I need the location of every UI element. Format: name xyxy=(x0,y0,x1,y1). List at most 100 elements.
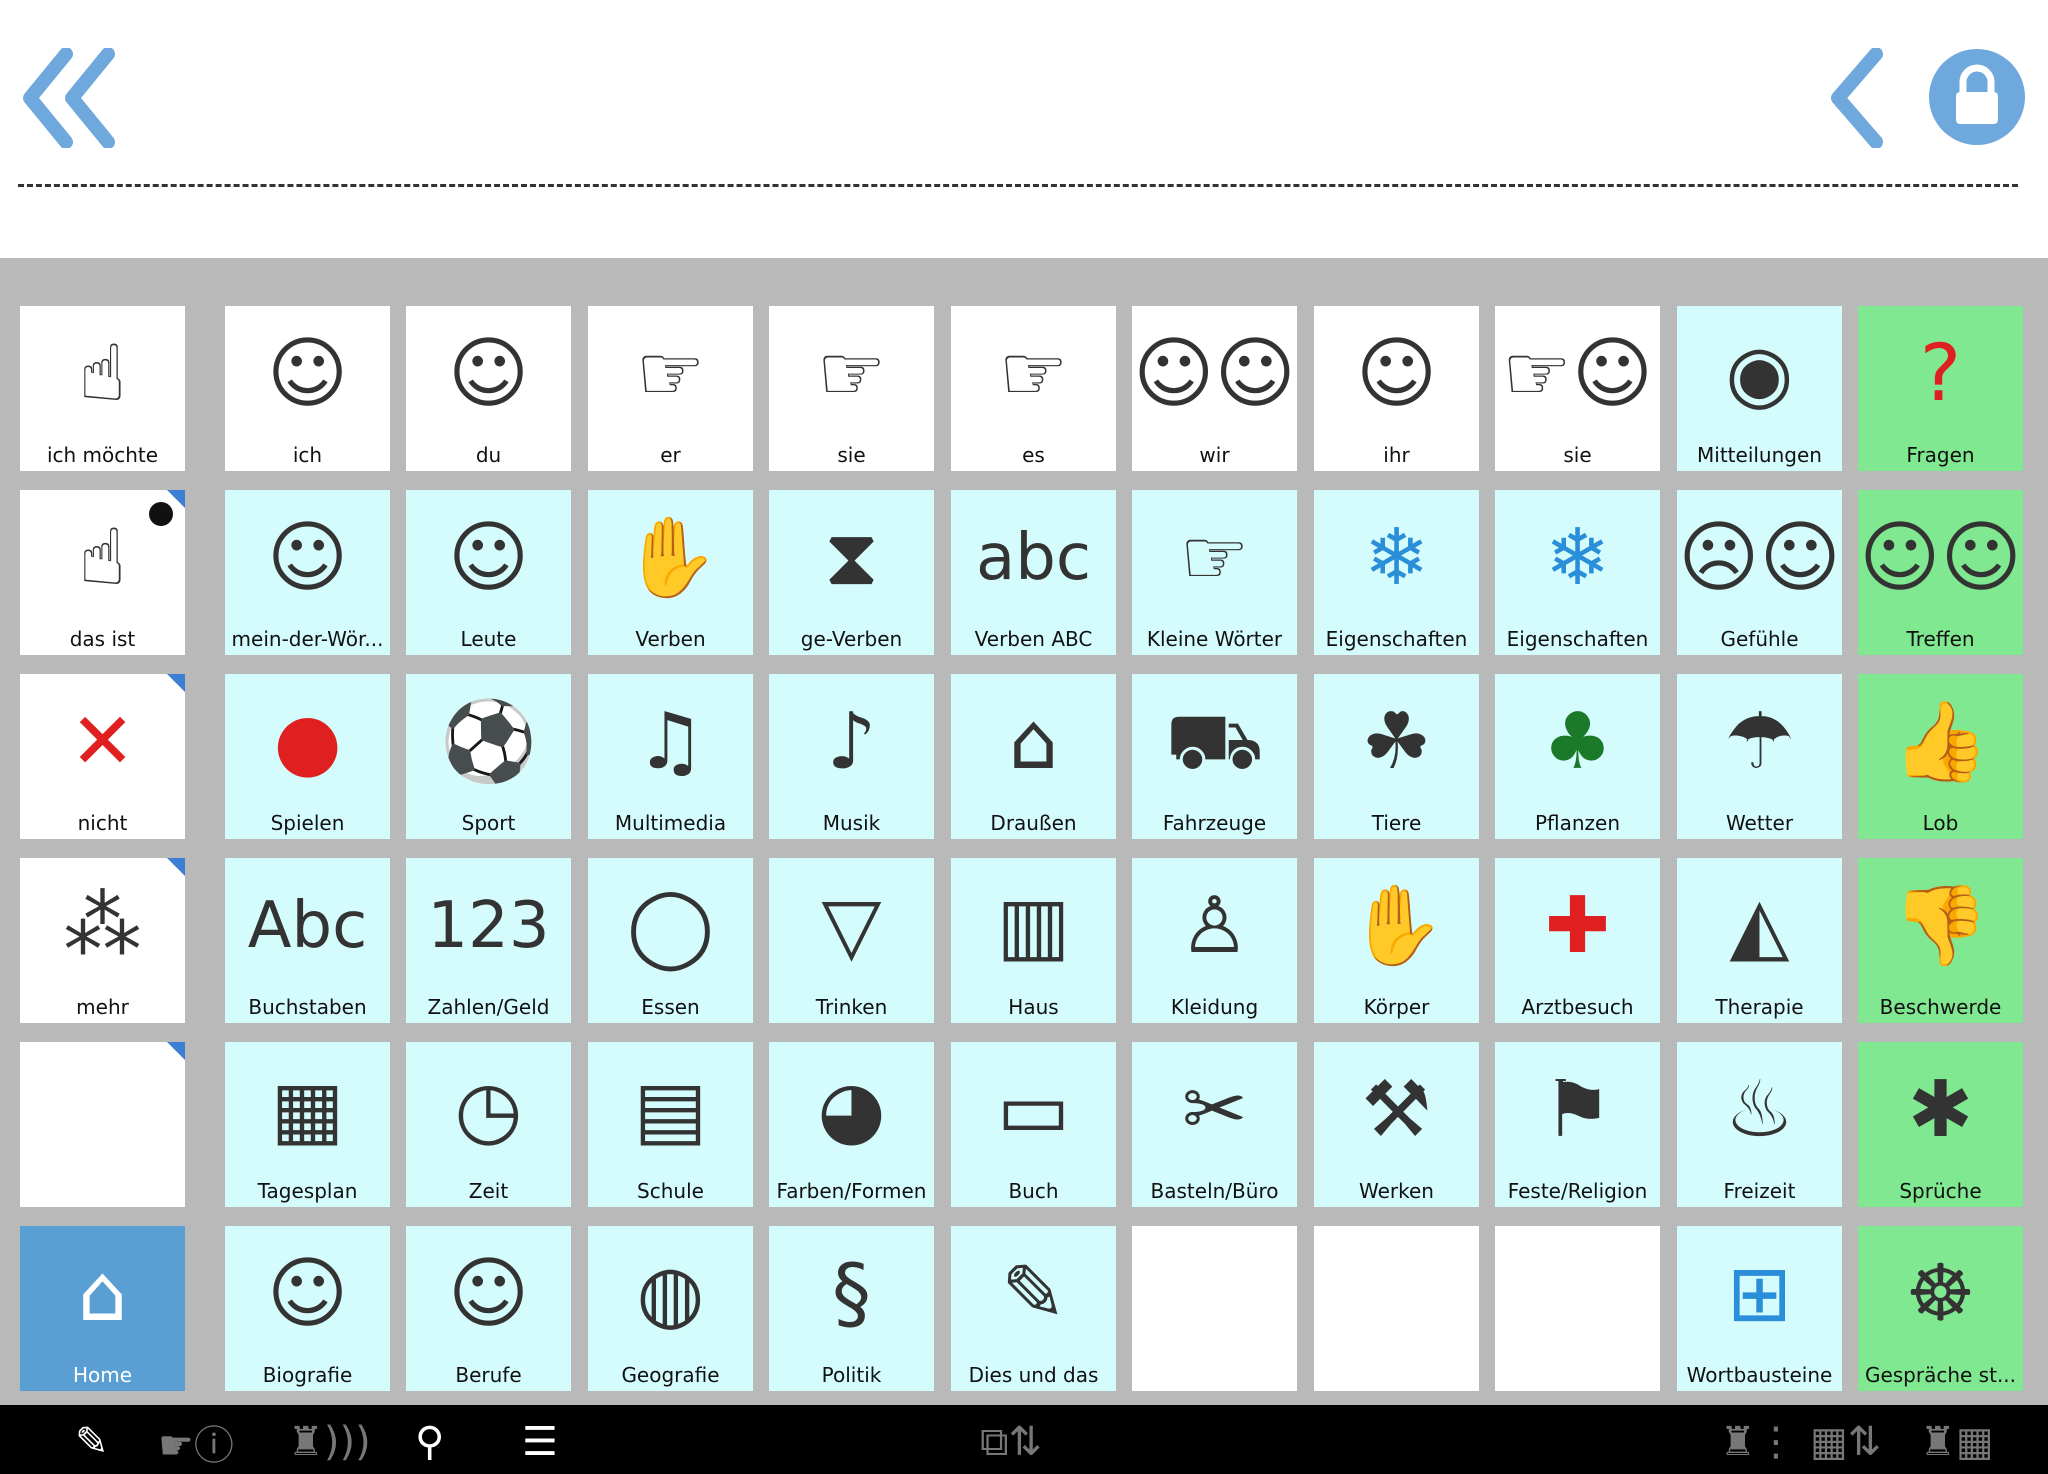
cell-abc-text[interactable]: Abc Buchstaben xyxy=(225,858,390,1023)
page-resize-icon[interactable]: ⧉⇅ xyxy=(980,1417,1042,1467)
cell-label: Musik xyxy=(822,811,881,835)
pencil-icon[interactable]: ✎ xyxy=(75,1417,109,1467)
cell-person-you[interactable]: ☺ du xyxy=(406,306,571,471)
cell-sport[interactable]: ⚽ Sport xyxy=(406,674,571,839)
hand-info-icon[interactable]: ☛ⓘ xyxy=(158,1417,234,1469)
cell-faces-feelings[interactable]: ☹☺ Gefühle xyxy=(1677,490,1842,655)
cell-girl-point[interactable]: ☞ sie xyxy=(769,306,934,471)
cell-people-we[interactable]: ☺☺ wir xyxy=(1132,306,1297,471)
cell-medical[interactable]: ✚ Arztbesuch xyxy=(1495,858,1660,1023)
cell-123-text[interactable]: 123 Zahlen/Geld xyxy=(406,858,571,1023)
double-chevron-left-icon[interactable] xyxy=(16,48,126,148)
cell-politics[interactable]: § Politik xyxy=(769,1226,934,1391)
cell-thumbs-down[interactable]: 👎 Beschwerde xyxy=(1858,858,2023,1023)
cell-label: sie xyxy=(1563,443,1592,467)
cell-house-tree[interactable]: ⌂ Draußen xyxy=(951,674,1116,839)
cell-label: Zahlen/Geld xyxy=(427,995,550,1019)
cell-washing-hand[interactable]: ✋ Körper xyxy=(1314,858,1479,1023)
cell-weather[interactable]: ☂ Wetter xyxy=(1677,674,1842,839)
cell-label: Leute xyxy=(460,627,517,651)
sport-icon: ⚽ xyxy=(439,697,538,787)
cell-tools[interactable]: ⚒ Werken xyxy=(1314,1042,1479,1207)
cell-family[interactable]: ☺ Leute xyxy=(406,490,571,655)
cell-people-they[interactable]: ☞☺ sie xyxy=(1495,306,1660,471)
cell-more-dots[interactable]: ⁂ mehr xyxy=(20,858,185,1023)
clothes-icon: ♙ xyxy=(1179,881,1250,971)
cell-people-group[interactable]: ☺ mein-der-Wör... xyxy=(225,490,390,655)
cell-book[interactable]: ▭ Buch xyxy=(951,1042,1116,1207)
cell-pointing-hand[interactable]: ☝ das ist xyxy=(20,490,185,655)
cell-leisure[interactable]: ♨ Freizeit xyxy=(1677,1042,1842,1207)
cell-scissors[interactable]: ✂ Basteln/Büro xyxy=(1132,1042,1297,1207)
list-icon[interactable]: ☰ xyxy=(522,1417,558,1467)
cell-speech-wheel[interactable]: ☸ Gespräche st... xyxy=(1858,1226,2023,1391)
cell-person-you-plural[interactable]: ☺ ihr xyxy=(1314,306,1479,471)
weekdays-icon: ▦ xyxy=(270,1065,345,1155)
clock-icon: ◷ xyxy=(454,1065,523,1155)
cell-clock[interactable]: ◷ Zeit xyxy=(406,1042,571,1207)
cell-furniture[interactable]: ▥ Haus xyxy=(951,858,1116,1023)
cell-abc-snowflake[interactable]: ❄ Eigenschaften xyxy=(1495,490,1660,655)
lock-icon[interactable] xyxy=(1926,46,2028,148)
cell-people-meet[interactable]: ☺☺ Treffen xyxy=(1858,490,2023,655)
cell-verbs[interactable]: ✋ Verben xyxy=(588,490,753,655)
cell-therapy[interactable]: ◭ Therapie xyxy=(1677,858,1842,1023)
speaker-sound-icon[interactable]: ♜))) xyxy=(288,1417,371,1467)
cell-label: das ist xyxy=(69,627,136,651)
cell-label: Feste/Religion xyxy=(1507,1179,1648,1203)
home-icon: ⌂ xyxy=(77,1249,128,1339)
cell-plants[interactable]: ♣ Pflanzen xyxy=(1495,674,1660,839)
cell-misc[interactable]: ✎ Dies und das xyxy=(951,1226,1116,1391)
cell-thumbs-up[interactable]: 👍 Lob xyxy=(1858,674,2023,839)
grid-resize-icon[interactable]: ▦⇅ xyxy=(1810,1417,1881,1467)
cell-toys[interactable]: ● Spielen xyxy=(225,674,390,839)
cell-buzzer-button[interactable]: ◉ Mitteilungen xyxy=(1677,306,1842,471)
cell-red-x[interactable]: ✕ nicht xyxy=(20,674,185,839)
therapy-icon: ◭ xyxy=(1729,881,1790,971)
cell-person-want[interactable]: ☝ ich möchte xyxy=(20,306,185,471)
cell-person-me[interactable]: ☺ ich xyxy=(225,306,390,471)
cell-label: Buch xyxy=(1008,1179,1059,1203)
empty-cell[interactable] xyxy=(20,1042,185,1207)
cell-weekdays[interactable]: ▦ Tagesplan xyxy=(225,1042,390,1207)
cell-question-mark[interactable]: ? Fragen xyxy=(1858,306,2023,471)
search-icon[interactable]: ⚲ xyxy=(415,1417,444,1467)
cell-jobs[interactable]: ☺ Berufe xyxy=(406,1226,571,1391)
people-meet-icon: ☺☺ xyxy=(1859,513,2022,603)
speaker-grid-icon[interactable]: ♜▦ xyxy=(1920,1417,1994,1467)
cell-boy-point[interactable]: ☞ er xyxy=(588,306,753,471)
empty-cell[interactable] xyxy=(1314,1226,1479,1391)
cell-label: Eigenschaften xyxy=(1506,627,1649,651)
cell-gift[interactable]: ⚑ Feste/Religion xyxy=(1495,1042,1660,1207)
cell-glass[interactable]: ▽ Trinken xyxy=(769,858,934,1023)
cell-label: Wortbausteine xyxy=(1686,1363,1833,1387)
cell-speech-wow[interactable]: ✱ Sprüche xyxy=(1858,1042,2023,1207)
cell-home[interactable]: ⌂ Home xyxy=(20,1226,185,1391)
message-bar[interactable] xyxy=(0,0,2048,258)
cell-word-blocks[interactable]: ⊞ Wortbausteine xyxy=(1677,1226,1842,1391)
folder-corner-icon xyxy=(167,858,185,876)
chevron-left-icon[interactable] xyxy=(1820,48,1890,148)
cell-vehicles[interactable]: ⛟ Fahrzeuge xyxy=(1132,674,1297,839)
empty-cell[interactable] xyxy=(1132,1226,1297,1391)
abc-text-icon: Abc xyxy=(247,889,368,963)
cell-label: Biografie xyxy=(262,1363,353,1387)
cell-label: Verben ABC xyxy=(974,627,1093,651)
cell-biography[interactable]: ☺ Biografie xyxy=(225,1226,390,1391)
cell-school[interactable]: ▤ Schule xyxy=(588,1042,753,1207)
cell-animals[interactable]: ☘ Tiere xyxy=(1314,674,1479,839)
empty-cell[interactable] xyxy=(1495,1226,1660,1391)
cell-baby-point[interactable]: ☞ es xyxy=(951,306,1116,471)
cell-snowflake[interactable]: ❄ Eigenschaften xyxy=(1314,490,1479,655)
cell-guitar[interactable]: ♪ Musik xyxy=(769,674,934,839)
cell-globe[interactable]: ◍ Geografie xyxy=(588,1226,753,1391)
cell-multimedia[interactable]: ♫ Multimedia xyxy=(588,674,753,839)
cell-plate[interactable]: ◯ Essen xyxy=(588,858,753,1023)
cell-colors[interactable]: ◕ Farben/Formen xyxy=(769,1042,934,1207)
cell-clothes[interactable]: ♙ Kleidung xyxy=(1132,858,1297,1023)
speaker-column-icon[interactable]: ♜⋮ xyxy=(1720,1417,1796,1467)
cell-small-words[interactable]: ☞ Kleine Wörter xyxy=(1132,490,1297,655)
cell-hourglass-verbs[interactable]: ⧗ ge-Verben xyxy=(769,490,934,655)
cell-abc-verbs[interactable]: abc Verben ABC xyxy=(951,490,1116,655)
cell-label: Gefühle xyxy=(1720,627,1799,651)
